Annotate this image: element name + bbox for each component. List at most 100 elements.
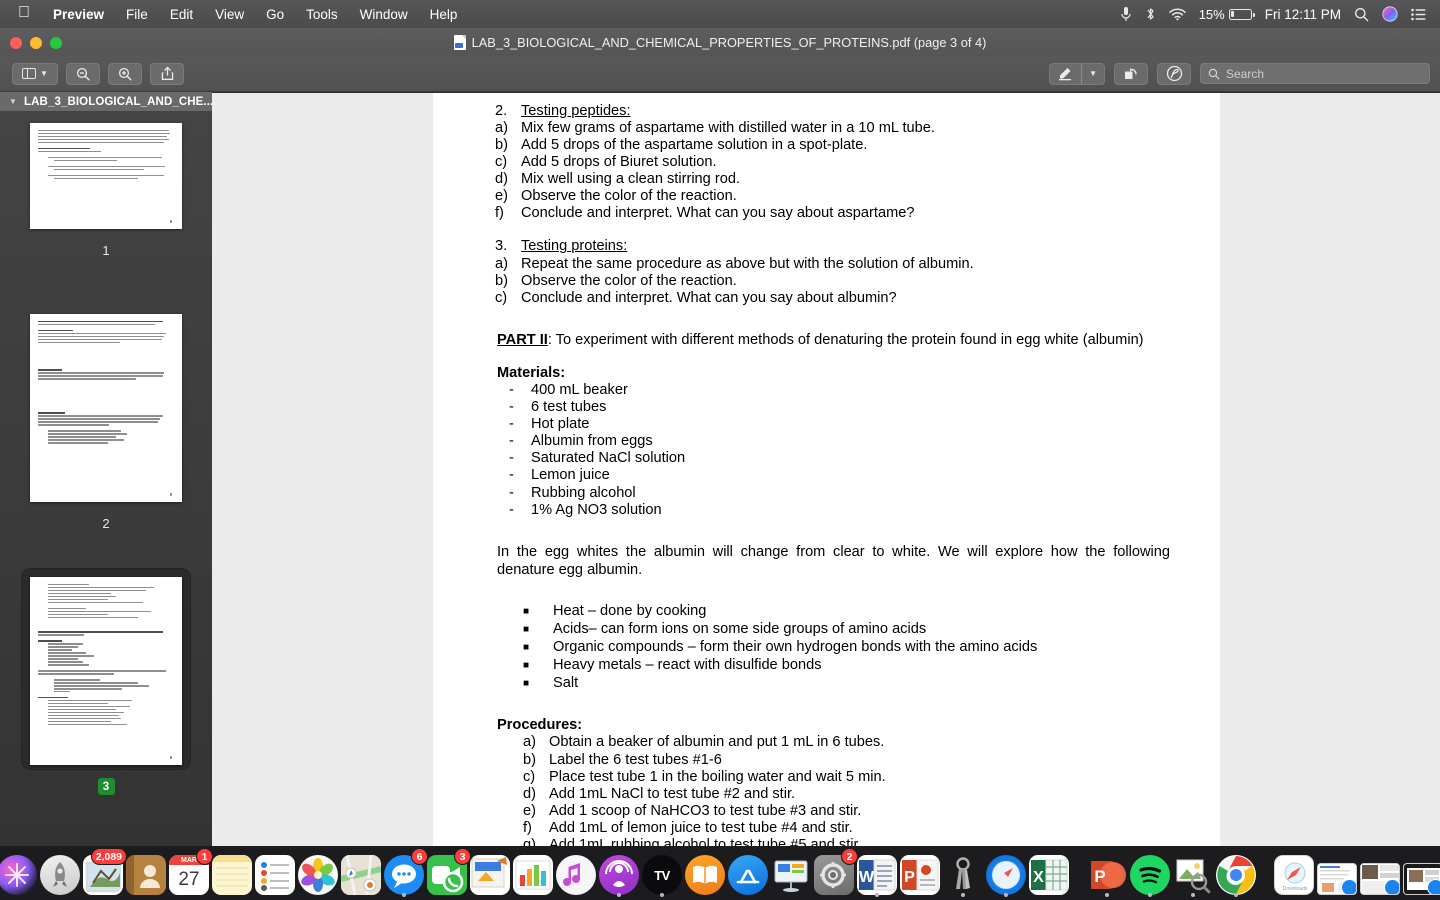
dock-item-spotify[interactable] <box>1130 851 1170 897</box>
thumbnail-page-2[interactable]: 2 <box>0 306 212 531</box>
dash-bullet-icon: - <box>509 416 514 433</box>
excel-icon: X <box>1029 855 1069 895</box>
dock-item-word[interactable]: W <box>857 851 897 897</box>
downloads-folder-icon: Downloads <box>1274 855 1314 895</box>
apple-menu-icon[interactable]:  <box>8 5 42 23</box>
list-marker: b) <box>495 272 508 289</box>
annotate-button[interactable] <box>1157 62 1191 85</box>
wifi-icon[interactable] <box>1168 8 1186 21</box>
menu-item-file[interactable]: File <box>115 7 159 22</box>
dock-item-notes[interactable] <box>212 851 252 895</box>
running-indicator <box>1105 893 1109 897</box>
dock-item-numbers[interactable] <box>513 851 553 895</box>
pdf-page: 2. Testing peptides: a) Mix few grams of… <box>433 93 1220 846</box>
list-marker: b) <box>495 137 508 154</box>
dock-item-facetime[interactable]: 3 <box>427 848 471 895</box>
rotate-button[interactable] <box>1114 62 1148 85</box>
dock-item-keynote[interactable] <box>470 851 510 895</box>
dock-item-keychain[interactable] <box>943 851 983 897</box>
share-button[interactable] <box>150 62 184 85</box>
dock-item-photos[interactable] <box>298 851 338 895</box>
doc-step: d) Mix well using a clean stirring rod. <box>495 171 1170 188</box>
thumbnail-page-3[interactable]: 3 <box>0 569 212 795</box>
dock-item-mail[interactable]: 2,089 <box>83 848 127 895</box>
menu-item-preview[interactable]: Preview <box>42 7 115 22</box>
pdf-page-area[interactable]: 2. Testing peptides: a) Mix few grams of… <box>212 92 1440 846</box>
bluetooth-icon[interactable] <box>1145 6 1156 22</box>
thumbnail-image[interactable] <box>30 314 182 502</box>
dock-item-appstore[interactable] <box>728 851 768 895</box>
maps-icon <box>341 855 381 895</box>
preview-icon <box>1173 855 1213 895</box>
sidebar-header[interactable]: ▼ LAB_3_BIOLOGICAL_AND_CHE... <box>0 92 212 111</box>
thumbnail-page-1[interactable]: 1 <box>0 115 212 258</box>
dock-item-minimized-safari-window-2[interactable] <box>1360 851 1400 895</box>
menu-item-view[interactable]: View <box>204 7 255 22</box>
siri-icon[interactable] <box>1382 6 1398 22</box>
dock-item-safari[interactable] <box>986 851 1026 897</box>
microphone-icon[interactable] <box>1120 6 1132 23</box>
books-icon <box>685 855 725 895</box>
disclosure-triangle-icon[interactable]: ▼ <box>9 97 17 106</box>
dock-item-preview[interactable] <box>1173 851 1213 897</box>
list-icon[interactable] <box>1411 8 1426 21</box>
materials-item-label: Rubbing alcohol <box>531 484 636 501</box>
screen:  Preview File Edit View Go Tools Window… <box>0 0 1440 900</box>
heading-text: Testing peptides: <box>521 103 631 119</box>
dock-item-excel[interactable]: X <box>1029 851 1069 895</box>
denature-item-label: Heavy metals – react with disulfide bond… <box>553 657 822 674</box>
menubar-clock[interactable]: Fri 12:11 PM <box>1265 7 1341 22</box>
dock-item-calendar[interactable]: 1 MAR 27 <box>169 848 213 895</box>
search-input[interactable]: Search <box>1200 63 1430 84</box>
dock-item-powerpoint[interactable]: P <box>1087 851 1127 897</box>
dock-item-launchpad[interactable] <box>40 851 80 895</box>
dock-item-books[interactable] <box>685 851 725 895</box>
close-button[interactable] <box>10 37 22 49</box>
list-marker: a) <box>495 120 508 137</box>
doc-heading-testing-proteins: 3. Testing proteins: <box>495 238 1170 255</box>
minimized-window-thumbnail <box>1317 863 1357 895</box>
search-icon[interactable] <box>1354 7 1369 22</box>
materials-item: -6 test tubes <box>495 399 1170 416</box>
dock-item-minimized-safari-window-3[interactable] <box>1403 851 1440 895</box>
dock-item-maps[interactable] <box>341 851 381 895</box>
dock-item-messages[interactable]: 6 <box>384 848 428 897</box>
dock-item-downloads-folder[interactable]: Downloads <box>1274 851 1314 895</box>
markup-button[interactable]: ▼ <box>1049 62 1105 85</box>
dock-item-minimized-safari-window-1[interactable] <box>1317 851 1357 895</box>
dock-item-siri[interactable] <box>0 851 37 895</box>
materials-item-label: 6 test tubes <box>531 399 607 416</box>
svg-text:W: W <box>859 869 875 886</box>
dock-item-podcasts[interactable] <box>599 851 639 897</box>
battery-status[interactable]: 15% <box>1199 7 1255 22</box>
appletv-icon: TV <box>642 855 682 895</box>
thumbnail-image[interactable] <box>30 577 182 765</box>
thumbnail-list[interactable]: 1 2 3 <box>0 111 212 846</box>
running-indicator <box>1234 893 1238 897</box>
minimized-window-thumbnail <box>1360 863 1400 895</box>
thumbnail-image[interactable] <box>30 123 182 229</box>
chevron-down-icon: ▼ <box>40 68 48 78</box>
menu-item-tools[interactable]: Tools <box>295 7 349 22</box>
zoom-out-button[interactable] <box>66 62 100 85</box>
zoom-in-button[interactable] <box>108 62 142 85</box>
window-titlebar[interactable]: LAB_3_BIOLOGICAL_AND_CHEMICAL_PROPERTIES… <box>0 28 1440 56</box>
menu-item-window[interactable]: Window <box>349 7 419 22</box>
menu-item-go[interactable]: Go <box>255 7 295 22</box>
menu-item-edit[interactable]: Edit <box>159 7 204 22</box>
dock-item-presentation[interactable] <box>771 851 811 895</box>
dock-item-system-preferences[interactable]: 2 <box>814 848 858 895</box>
dock-item-reminders[interactable] <box>255 851 295 895</box>
list-marker: f) <box>495 205 504 222</box>
dock-item-contacts[interactable] <box>126 851 166 895</box>
dock-item-powerpoint-file[interactable]: P <box>900 851 940 895</box>
dock-item-appletv[interactable]: TV <box>642 851 682 897</box>
dock-item-itunes[interactable] <box>556 851 596 895</box>
sidebar-toggle-button[interactable]: ▼ <box>12 62 58 85</box>
dock-item-chrome[interactable] <box>1216 851 1256 897</box>
minimize-button[interactable] <box>30 37 42 49</box>
maximize-button[interactable] <box>50 37 62 49</box>
menu-item-help[interactable]: Help <box>419 7 469 22</box>
